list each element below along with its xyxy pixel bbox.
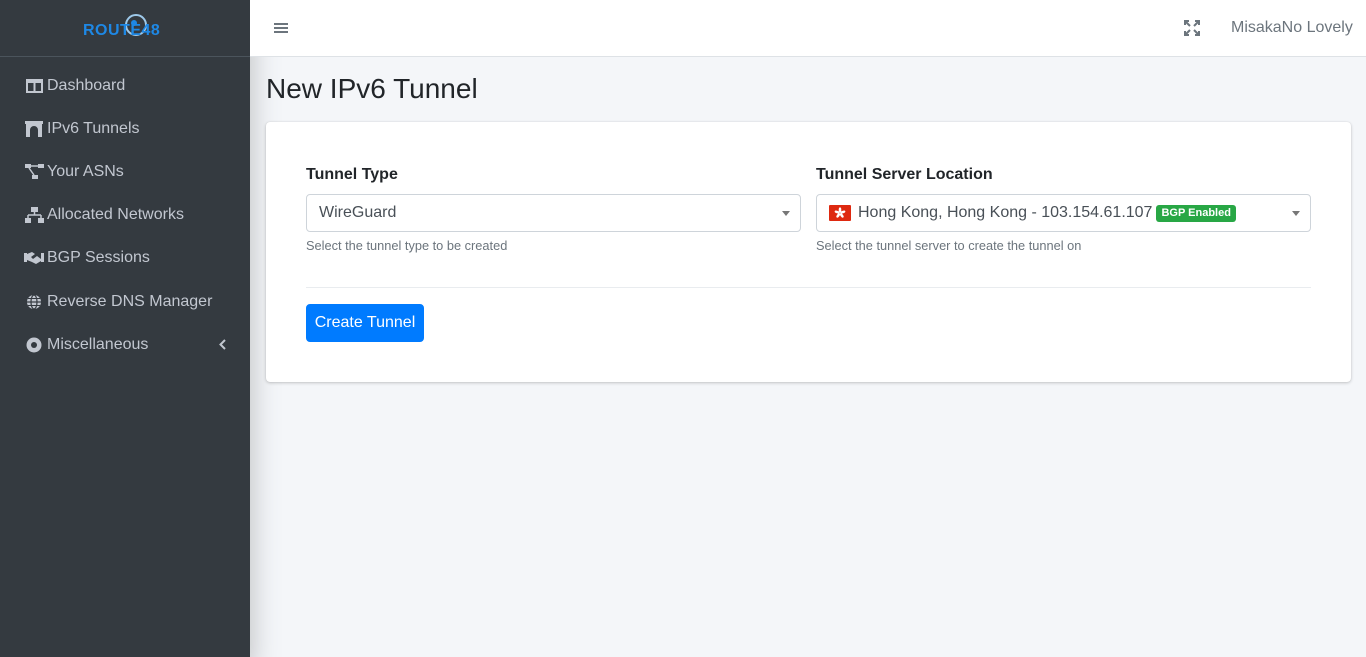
sidebar-item-dashboard[interactable]: Dashboard <box>0 64 250 107</box>
top-navbar: MisakaNo Lovely <box>250 0 1366 57</box>
brand-link[interactable]: ROUTE48 <box>0 0 250 57</box>
hong-kong-flag-icon <box>829 205 851 221</box>
server-location-help: Select the tunnel server to create the t… <box>816 238 1082 253</box>
sidebar-item-label: IPv6 Tunnels <box>47 119 140 137</box>
tunnel-type-help: Select the tunnel type to be created <box>306 238 508 253</box>
sidebar-item-your-asns[interactable]: Your ASNs <box>0 150 250 193</box>
archway-icon <box>24 120 44 138</box>
project-diagram-icon <box>24 163 44 181</box>
chevron-left-icon <box>219 337 226 355</box>
globe-icon <box>24 293 44 311</box>
server-location-value: Hong Kong, Hong Kong - 103.154.61.107 <box>858 204 1153 221</box>
sidebar-item-label: Your ASNs <box>47 162 124 180</box>
sidebar-item-ipv6-tunnels[interactable]: IPv6 Tunnels <box>0 107 250 150</box>
sidebar-item-label: Miscellaneous <box>47 335 149 353</box>
page-title: New IPv6 Tunnel <box>266 73 478 104</box>
caret-down-icon <box>782 211 790 216</box>
form-divider <box>306 287 1311 288</box>
create-tunnel-button[interactable]: Create Tunnel <box>306 304 424 342</box>
tunnel-type-label: Tunnel Type <box>306 166 398 183</box>
sidebar-item-label: Reverse DNS Manager <box>47 292 213 310</box>
sidebar-item-allocated-networks[interactable]: Allocated Networks <box>0 194 250 237</box>
sidebar-item-label: Dashboard <box>47 76 126 94</box>
hamburger-menu-icon[interactable] <box>273 20 289 36</box>
tunnel-type-select[interactable]: WireGuard <box>306 194 801 232</box>
server-location-label: Tunnel Server Location <box>816 166 993 183</box>
server-location-select[interactable]: Hong Kong, Hong Kong - 103.154.61.107 BG… <box>816 194 1311 232</box>
tunnel-type-value: WireGuard <box>319 204 397 221</box>
sidebar-item-label: Allocated Networks <box>47 206 184 224</box>
route48-logo: ROUTE48 <box>75 8 175 48</box>
columns-icon <box>24 77 44 95</box>
fullscreen-expand-icon[interactable] <box>1184 20 1200 36</box>
user-menu[interactable]: MisakaNo Lovely <box>1231 19 1353 37</box>
new-tunnel-card: Tunnel Type WireGuard Select the tunnel … <box>266 122 1351 382</box>
sidebar-nav: Dashboard IPv6 Tunnels Your ASNs Allocat… <box>0 57 250 366</box>
sidebar-item-reverse-dns[interactable]: Reverse DNS Manager <box>0 280 250 323</box>
sidebar-item-miscellaneous[interactable]: Miscellaneous <box>0 323 250 366</box>
handshake-icon <box>24 249 44 267</box>
network-wired-icon <box>24 206 44 224</box>
sidebar-item-label: BGP Sessions <box>47 249 150 267</box>
sidebar-item-bgp-sessions[interactable]: BGP Sessions <box>0 237 250 280</box>
caret-down-icon <box>1292 211 1300 216</box>
dot-circle-icon <box>24 336 44 354</box>
bgp-enabled-badge: BGP Enabled <box>1156 204 1236 222</box>
sidebar: ROUTE48 Dashboard IPv6 Tunnels Your ASNs <box>0 0 250 657</box>
